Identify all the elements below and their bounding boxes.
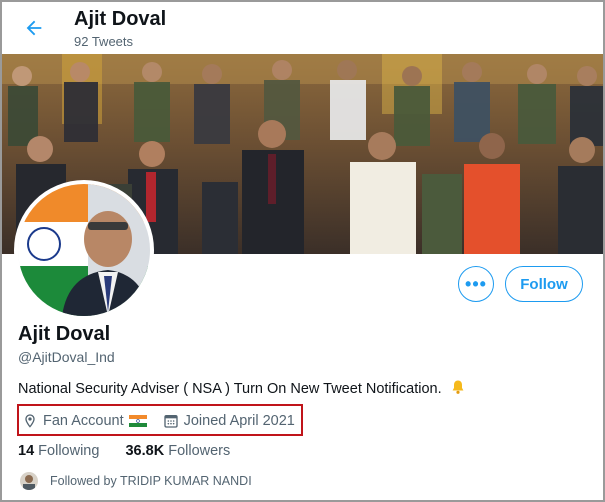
profile-handle: @AjitDoval_Ind [18,349,115,365]
top-bar: Ajit Doval 92 Tweets [2,2,603,54]
avatar[interactable] [18,184,150,316]
followers-count: 36.8K [125,443,165,459]
back-arrow-icon [26,20,42,36]
profile-display-name: Ajit Doval [18,323,111,345]
followed-by-text: Followed by TRIDIP KUMAR NANDI [50,474,252,488]
follow-stats: 14 Following 36.8K Followers [18,443,230,459]
followers-label: Followers [168,443,231,459]
following-count: 14 [18,443,35,459]
profile-meta: Fan Account Joined April 2021 [22,411,295,431]
profile-bio: National Security Adviser ( NSA ) Turn O… [18,379,466,399]
following-label: Following [38,443,100,459]
followed-by[interactable]: Followed by TRIDIP KUMAR NANDI [20,472,252,490]
header-tweet-count: 92 Tweets [74,34,134,49]
profile-page: Ajit Doval 92 Tweets ••• Follow Ajit Dov… [0,0,605,502]
following-link[interactable]: 14 Following [18,443,99,459]
bell-icon [450,379,466,399]
follow-button[interactable]: Follow [505,266,583,302]
location-pin-icon [22,413,38,429]
calendar-icon [163,413,179,429]
india-flag-icon [128,415,147,427]
follower-avatar [20,472,38,490]
more-options-button[interactable]: ••• [458,266,494,302]
joined-text: Joined April 2021 [183,413,295,429]
followers-link[interactable]: 36.8K Followers [125,443,230,459]
bio-text: National Security Adviser ( NSA ) Turn O… [18,381,442,397]
header-title: Ajit Doval [74,8,167,30]
back-button[interactable] [20,14,48,42]
location-text: Fan Account [43,413,124,429]
